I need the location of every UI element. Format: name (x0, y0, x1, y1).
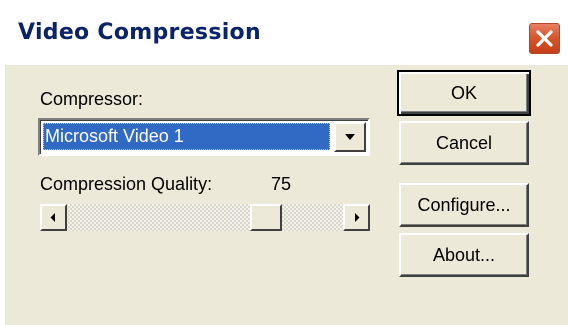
about-button[interactable]: About... (399, 233, 529, 277)
arrow-right-icon (355, 213, 360, 222)
compression-quality-value: 75 (271, 174, 292, 194)
slider-right-button[interactable] (343, 204, 370, 231)
ok-button[interactable]: OK (397, 70, 531, 116)
arrow-left-icon (50, 213, 55, 222)
compressor-select[interactable]: Microsoft Video 1 (38, 118, 370, 156)
close-icon (536, 30, 553, 47)
configure-button[interactable]: Configure... (399, 183, 529, 227)
chevron-down-icon (345, 134, 355, 140)
compressor-dropdown-button[interactable] (334, 122, 366, 152)
slider-left-button[interactable] (40, 204, 67, 231)
title-bar[interactable]: Video Compression (0, 0, 568, 65)
slider-thumb[interactable] (250, 204, 282, 231)
compression-quality-slider[interactable] (40, 204, 370, 231)
compressor-selected-value: Microsoft Video 1 (43, 123, 330, 150)
compressor-label: Compressor: (40, 89, 144, 109)
compression-quality-label: Compression Quality: (40, 174, 213, 194)
window-title: Video Compression (18, 20, 261, 45)
video-compression-dialog: Video Compression Compressor: Microsoft … (0, 0, 568, 325)
cancel-button[interactable]: Cancel (399, 121, 529, 165)
close-button[interactable] (528, 22, 561, 55)
